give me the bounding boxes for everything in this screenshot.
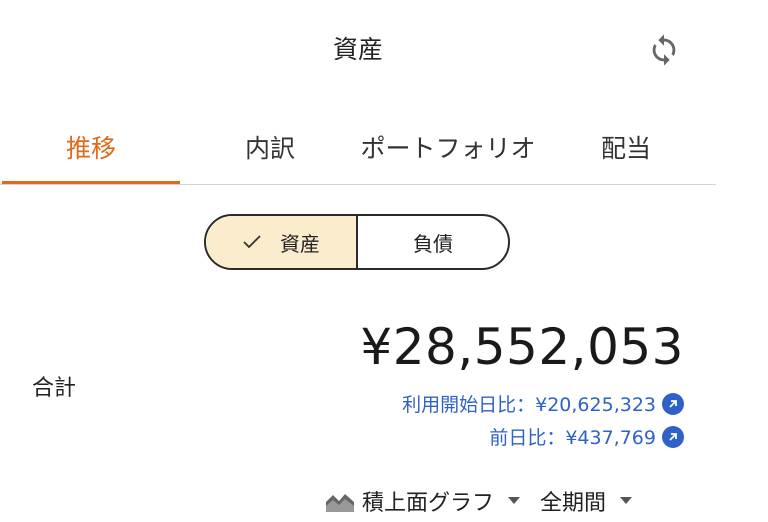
area-chart-icon <box>324 488 356 514</box>
refresh-button[interactable] <box>644 30 684 70</box>
period-label: 全期間 <box>540 491 607 516</box>
segment-liabilities[interactable]: 負債 <box>358 216 508 268</box>
segment-assets[interactable]: 資産 <box>206 216 358 268</box>
segment-liabilities-label: 負債 <box>413 231 453 256</box>
asset-liability-toggle: 資産 負債 <box>204 214 510 270</box>
page-title: 資産 <box>332 35 383 64</box>
total-amount: ¥28,552,053 <box>360 318 684 376</box>
prev-day-diff-link[interactable]: 前日比：¥437,769 <box>489 423 684 450</box>
tab-bar: 推移 内訳 ポートフォリオ 配当 <box>0 110 716 185</box>
total-label: 合計 <box>32 376 77 401</box>
arrow-up-right-icon <box>662 392 684 415</box>
chart-type-label: 積上面グラフ <box>362 491 495 516</box>
refresh-icon <box>652 34 676 66</box>
tab-breakdown[interactable]: 内訳 <box>200 110 340 184</box>
chart-controls: 積上面グラフ 全期間 <box>324 482 633 520</box>
active-tab-indicator <box>2 181 180 184</box>
period-dropdown[interactable]: 全期間 <box>540 485 633 517</box>
since-start-diff-text: 利用開始日比：¥20,625,323 <box>402 394 656 416</box>
chevron-down-icon <box>620 497 633 505</box>
tab-dividends[interactable]: 配当 <box>560 110 692 184</box>
tab-trend[interactable]: 推移 <box>2 110 180 184</box>
chart-type-dropdown[interactable]: 積上面グラフ <box>324 485 521 517</box>
tab-portfolio[interactable]: ポートフォリオ <box>350 110 546 184</box>
prev-day-diff-text: 前日比：¥437,769 <box>489 427 656 449</box>
chevron-down-icon <box>508 497 521 505</box>
segment-assets-label: 資産 <box>280 231 320 256</box>
check-icon <box>242 234 262 250</box>
arrow-up-right-icon <box>662 425 684 448</box>
since-start-diff-link[interactable]: 利用開始日比：¥20,625,323 <box>402 390 684 417</box>
